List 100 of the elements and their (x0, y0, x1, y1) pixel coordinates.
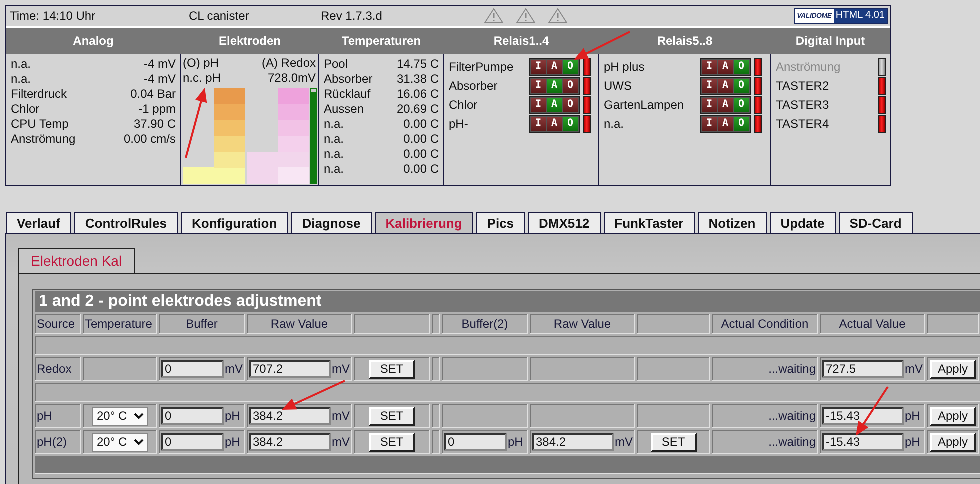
set-button[interactable]: SET (369, 360, 415, 378)
temperature-label: n.a. (324, 132, 344, 147)
tab[interactable]: Pics (476, 212, 526, 233)
relay-name: Chlor (449, 98, 479, 112)
temperature-select[interactable]: 20° C (92, 406, 148, 426)
column-header: Actual Value (820, 314, 925, 334)
mode-button[interactable]: I (531, 78, 546, 92)
value-field[interactable]: 384.2 (249, 433, 331, 451)
mode-button[interactable]: I (702, 78, 717, 92)
temperature-label: n.a. (324, 117, 344, 132)
mode-button[interactable]: O (734, 116, 749, 130)
sensor-value: -4 mV (144, 57, 176, 72)
warning-icon (516, 8, 536, 24)
mode-button[interactable]: A (718, 60, 733, 74)
temperature-value: 14.75 C (396, 57, 439, 72)
set-button[interactable]: SET (369, 406, 415, 426)
value-field[interactable]: 0 (444, 433, 507, 451)
temperature-value: 16.06 C (396, 87, 439, 102)
mode-button[interactable]: O (734, 60, 749, 74)
tab[interactable]: Kalibrierung (374, 212, 474, 233)
temperature-label: Rücklauf (324, 87, 371, 102)
annotation-arrow (185, 88, 208, 158)
mode-button[interactable]: O (563, 116, 578, 130)
mode-button[interactable]: O (563, 98, 578, 112)
tab[interactable]: DMX512 (528, 212, 601, 233)
temperature-label: Aussen (324, 102, 364, 117)
unit-label: mV (332, 435, 350, 449)
value-field[interactable]: 0 (161, 433, 224, 451)
input-name: TASTER4 (776, 116, 830, 130)
relay-name: pH plus (604, 60, 646, 74)
section-header: Digital Input (794, 34, 866, 48)
mode-button[interactable]: A (718, 98, 733, 112)
mode-button[interactable]: O (734, 78, 749, 92)
unit-label: pH (225, 409, 240, 423)
column-header: Source (35, 314, 81, 334)
temperature-value: 0.00 C (404, 117, 439, 132)
apply-button[interactable]: Apply (930, 360, 976, 378)
column-header: Temperature (83, 314, 157, 334)
sensor-value: 37.90 C (134, 117, 176, 132)
mode-button[interactable]: A (547, 60, 562, 74)
relay-name: pH- (449, 116, 470, 130)
mode-button[interactable]: I (531, 60, 546, 74)
mode-button[interactable]: A (547, 116, 562, 130)
apply-button[interactable]: Apply (930, 432, 976, 452)
section-header: Analog (72, 34, 115, 48)
input-name: TASTER3 (776, 98, 830, 112)
value-field[interactable]: -15.43 (822, 407, 904, 425)
mode-button[interactable]: A (547, 98, 562, 112)
condition-cell: ...waiting (712, 430, 818, 454)
tab[interactable]: FunkTaster (604, 212, 695, 233)
mode-button[interactable]: I (702, 116, 717, 130)
value-field[interactable]: 0 (161, 360, 224, 378)
condition-cell: ...waiting (712, 357, 818, 381)
source-cell: pH(2) (35, 430, 81, 454)
mode-button[interactable]: I (531, 98, 546, 112)
apply-button[interactable]: Apply (930, 406, 976, 426)
tab[interactable]: Konfiguration (180, 212, 288, 233)
unit-label: pH (225, 435, 240, 449)
tab[interactable]: Notizen (698, 212, 767, 233)
value-field[interactable]: 0 (161, 407, 224, 425)
tab[interactable]: Verlauf (6, 212, 72, 233)
set-button[interactable]: SET (650, 432, 696, 452)
value-field[interactable]: -15.43 (822, 433, 904, 451)
tab[interactable]: SD-Card (838, 212, 913, 233)
tab[interactable]: ControlRules (74, 212, 178, 233)
sensor-value: -4 mV (144, 72, 176, 87)
mode-button[interactable]: A (718, 116, 733, 130)
mode-button[interactable]: O (563, 60, 578, 74)
temperature-label: Absorber (324, 72, 373, 87)
mode-button[interactable]: I (702, 98, 717, 112)
mode-button[interactable]: I (702, 60, 717, 74)
mode-button[interactable]: A (718, 78, 733, 92)
value-field[interactable]: 384.2 (249, 407, 331, 425)
mode-button[interactable]: O (563, 78, 578, 92)
temperature-select[interactable]: 20° C (92, 432, 148, 452)
section-header: Relais1..4 (492, 34, 550, 48)
electrode-value: n.c. pH (183, 71, 222, 86)
set-button[interactable]: SET (369, 432, 415, 452)
column-header: Raw Value (247, 314, 352, 334)
mode-button[interactable]: O (734, 98, 749, 112)
mode-button[interactable]: A (547, 78, 562, 92)
temperature-label: n.a. (324, 162, 344, 177)
temperature-value: 31.38 C (396, 72, 439, 87)
column-header: Raw Value (530, 314, 635, 334)
value-field[interactable]: 384.2 (532, 433, 614, 451)
value-field[interactable]: 727.5 (822, 360, 904, 378)
value-field[interactable]: 707.2 (249, 360, 331, 378)
sensor-label: CPU Temp (11, 117, 69, 132)
mode-button[interactable]: I (531, 116, 546, 130)
annotation-arrow (282, 380, 346, 410)
tab[interactable]: Update (770, 212, 836, 233)
column-header: Buffer (159, 314, 245, 334)
sensor-label: n.a. (11, 72, 32, 87)
temperature-value: 0.00 C (404, 162, 439, 177)
subtab[interactable]: Elektroden Kal (18, 248, 136, 273)
column-header: Actual Condition (712, 314, 818, 334)
warning-icon (548, 8, 568, 24)
temperature-label: Pool (324, 57, 348, 72)
tab[interactable]: Diagnose (291, 212, 372, 233)
input-name: TASTER2 (776, 78, 830, 92)
